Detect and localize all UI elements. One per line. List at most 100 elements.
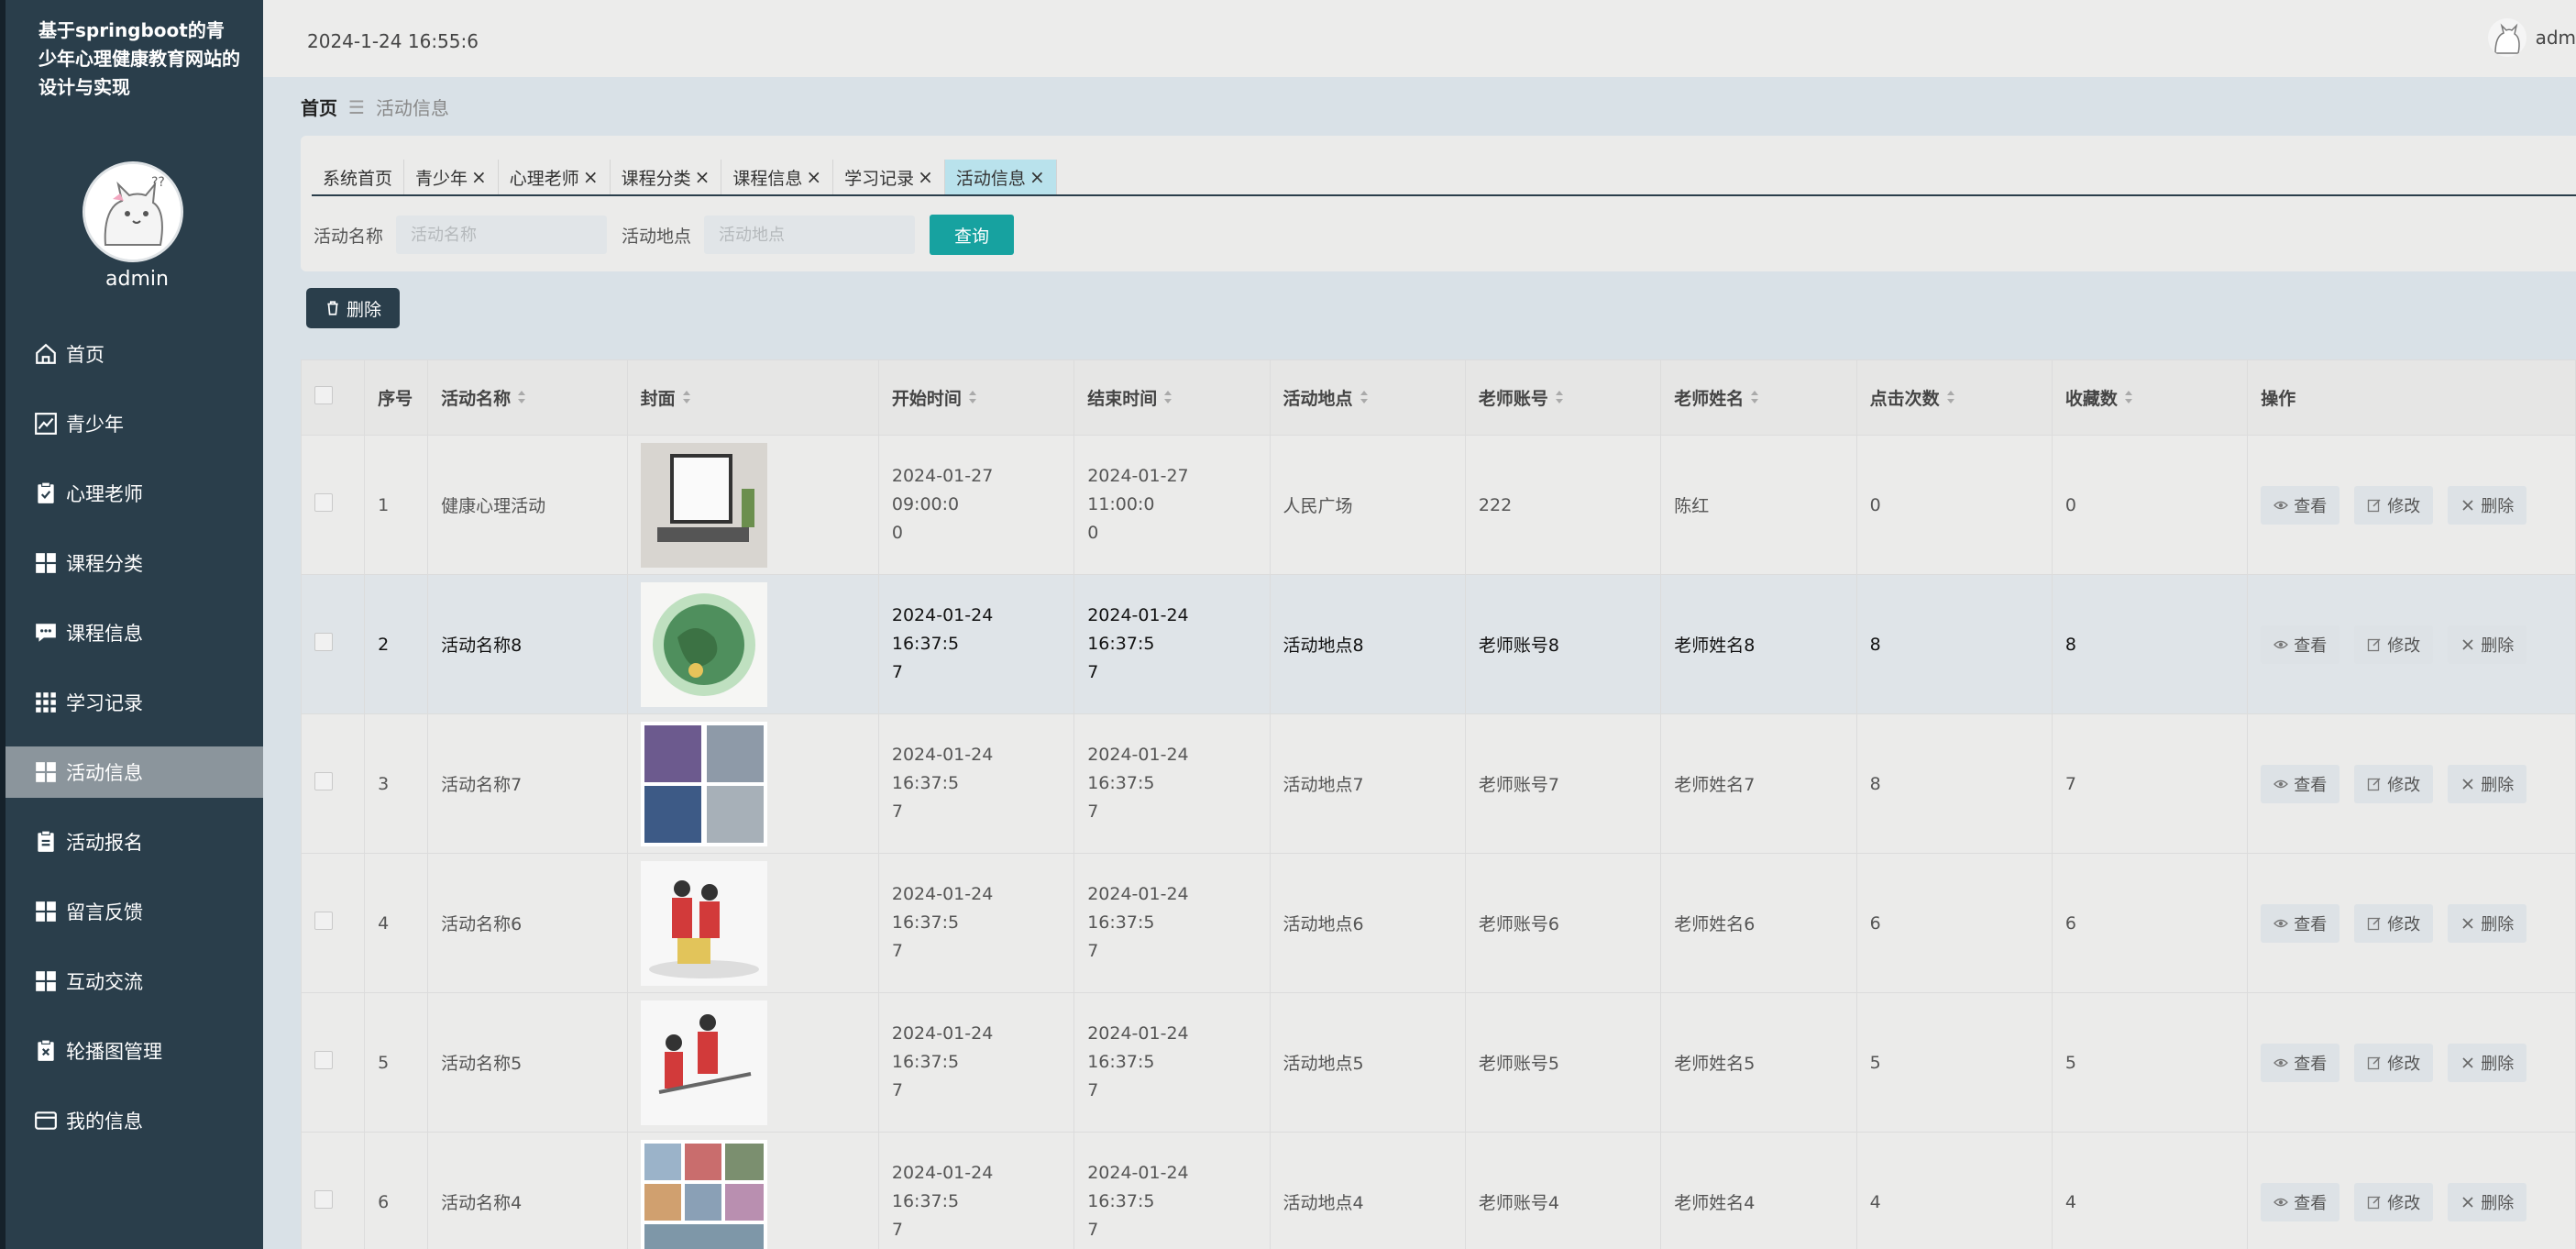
col-header[interactable]: 活动名称 <box>427 359 628 436</box>
select-all-cell[interactable] <box>301 359 366 436</box>
sort-icon[interactable] <box>1359 389 1370 410</box>
row-select-cell[interactable] <box>301 992 366 1133</box>
sidebar-item-my-info[interactable]: 我的信息 <box>6 1095 263 1146</box>
tab-course-info[interactable]: 课程信息 × <box>721 160 834 194</box>
tab-activity-info[interactable]: 活动信息 × <box>944 160 1057 194</box>
col-header[interactable]: 收藏数 <box>2051 359 2249 436</box>
row-select-cell[interactable] <box>301 713 366 854</box>
view-button[interactable]: 查看 <box>2261 903 2340 943</box>
table-row[interactable]: 5 活动名称5 2024-01-24 16:37:5 7 2024-01-24 1… <box>301 992 2576 1133</box>
top-username[interactable]: adm <box>2536 27 2576 49</box>
activity-place-input[interactable] <box>704 216 916 254</box>
cell-cover[interactable] <box>626 713 879 854</box>
sort-icon[interactable] <box>1554 389 1565 410</box>
row-select-cell[interactable] <box>301 1132 366 1249</box>
sidebar-item-course-info[interactable]: 课程信息 <box>6 607 263 658</box>
row-checkbox[interactable] <box>314 912 333 930</box>
cell-cover[interactable] <box>626 992 879 1133</box>
sidebar-item-interaction[interactable]: 互动交流 <box>6 956 263 1007</box>
close-icon[interactable]: × <box>806 166 821 188</box>
sort-icon[interactable] <box>1162 389 1173 410</box>
col-header[interactable]: 封面 <box>626 359 879 436</box>
row-checkbox[interactable] <box>314 772 333 790</box>
tab-study-records[interactable]: 学习记录 × <box>833 160 945 194</box>
top-user-menu[interactable]: adm <box>2487 18 2576 57</box>
bulk-delete-button[interactable]: 删除 <box>306 288 400 328</box>
cover-image[interactable] <box>640 721 865 846</box>
cover-image[interactable] <box>640 860 865 986</box>
sidebar-item-home[interactable]: 首页 <box>6 328 263 380</box>
cell-cover[interactable] <box>626 1132 879 1249</box>
cover-image[interactable] <box>640 1000 865 1125</box>
sidebar-item-feedback[interactable]: 留言反馈 <box>6 886 263 937</box>
table-row[interactable]: 2 活动名称8 2024-01-24 16:37:5 7 2024-01-24 1… <box>301 574 2576 714</box>
col-header[interactable]: 结束时间 <box>1073 359 1271 436</box>
cell-cover[interactable] <box>626 435 879 575</box>
tab-teens[interactable]: 青少年 × <box>404 160 499 194</box>
close-icon[interactable]: × <box>918 166 933 188</box>
close-icon[interactable]: × <box>583 166 599 188</box>
view-button[interactable]: 查看 <box>2261 1182 2340 1221</box>
table-row[interactable]: 1 健康心理活动 2024-01-27 09:00:0 0 2024-01-27 … <box>301 435 2576 575</box>
table-row[interactable]: 6 活动名称4 2024-01-24 16:37:5 7 2024-01-24 1… <box>301 1132 2576 1249</box>
row-select-cell[interactable] <box>301 853 366 993</box>
edit-button[interactable]: 修改 <box>2354 1182 2434 1221</box>
delete-button[interactable]: 删除 <box>2448 485 2527 525</box>
col-header[interactable]: 点击次数 <box>1855 359 2053 436</box>
view-button[interactable]: 查看 <box>2261 485 2340 525</box>
sort-icon[interactable] <box>1749 389 1760 410</box>
delete-button[interactable]: 删除 <box>2448 1182 2527 1221</box>
select-all-checkbox[interactable] <box>314 386 333 404</box>
edit-button[interactable]: 修改 <box>2354 1043 2434 1082</box>
avatar[interactable]: ?? <box>83 161 183 262</box>
delete-button[interactable]: 删除 <box>2448 1043 2527 1082</box>
table-row[interactable]: 4 活动名称6 2024-01-24 16:37:5 7 2024-01-24 1… <box>301 853 2576 993</box>
edit-button[interactable]: 修改 <box>2354 764 2434 803</box>
activity-name-input[interactable] <box>396 216 608 254</box>
close-icon[interactable]: × <box>1029 166 1045 188</box>
sort-icon[interactable] <box>681 389 692 410</box>
row-checkbox[interactable] <box>314 1190 333 1209</box>
delete-button[interactable]: 删除 <box>2448 624 2527 664</box>
close-icon[interactable]: × <box>471 166 487 188</box>
cover-image[interactable] <box>640 581 865 707</box>
sort-icon[interactable] <box>516 389 527 410</box>
cover-image[interactable] <box>640 442 865 568</box>
cell-cover[interactable] <box>626 574 879 714</box>
cover-image[interactable] <box>640 1139 865 1249</box>
close-icon[interactable]: × <box>695 166 710 188</box>
edit-button[interactable]: 修改 <box>2354 485 2434 525</box>
tab-course-category[interactable]: 课程分类 × <box>611 160 722 194</box>
delete-button[interactable]: 删除 <box>2448 764 2527 803</box>
tab-system-home[interactable]: 系统首页 <box>312 160 405 194</box>
col-header[interactable]: 老师姓名 <box>1660 359 1857 436</box>
view-button[interactable]: 查看 <box>2261 624 2340 664</box>
row-select-cell[interactable] <box>301 435 366 575</box>
row-checkbox[interactable] <box>314 633 333 651</box>
edit-button[interactable]: 修改 <box>2354 624 2434 664</box>
breadcrumb-home[interactable]: 首页 <box>301 94 337 120</box>
table-row[interactable]: 3 活动名称7 2024-01-24 16:37:5 7 2024-01-24 1… <box>301 713 2576 854</box>
user-avatar-icon[interactable] <box>2487 18 2526 57</box>
col-header[interactable]: 开始时间 <box>877 359 1075 436</box>
sidebar-item-teens[interactable]: 青少年 <box>6 398 263 449</box>
col-header[interactable]: 老师账号 <box>1464 359 1662 436</box>
sort-icon[interactable] <box>967 389 978 410</box>
sort-icon[interactable] <box>2123 389 2134 410</box>
tab-teachers[interactable]: 心理老师 × <box>499 160 611 194</box>
edit-button[interactable]: 修改 <box>2354 903 2434 943</box>
row-checkbox[interactable] <box>314 493 333 512</box>
delete-button[interactable]: 删除 <box>2448 903 2527 943</box>
row-checkbox[interactable] <box>314 1051 333 1069</box>
col-header[interactable]: 活动地点 <box>1269 359 1466 436</box>
sidebar-item-activity-info[interactable]: 活动信息 <box>6 746 263 798</box>
cell-cover[interactable] <box>626 853 879 993</box>
sort-icon[interactable] <box>1945 389 1956 410</box>
view-button[interactable]: 查看 <box>2261 764 2340 803</box>
sidebar-item-carousel[interactable]: 轮播图管理 <box>6 1025 263 1077</box>
sidebar-item-activity-signup[interactable]: 活动报名 <box>6 816 263 868</box>
sidebar-item-study-records[interactable]: 学习记录 <box>6 677 263 728</box>
sidebar-item-course-category[interactable]: 课程分类 <box>6 537 263 589</box>
sidebar-item-teachers[interactable]: 心理老师 <box>6 468 263 519</box>
query-button[interactable]: 查询 <box>930 215 1015 255</box>
